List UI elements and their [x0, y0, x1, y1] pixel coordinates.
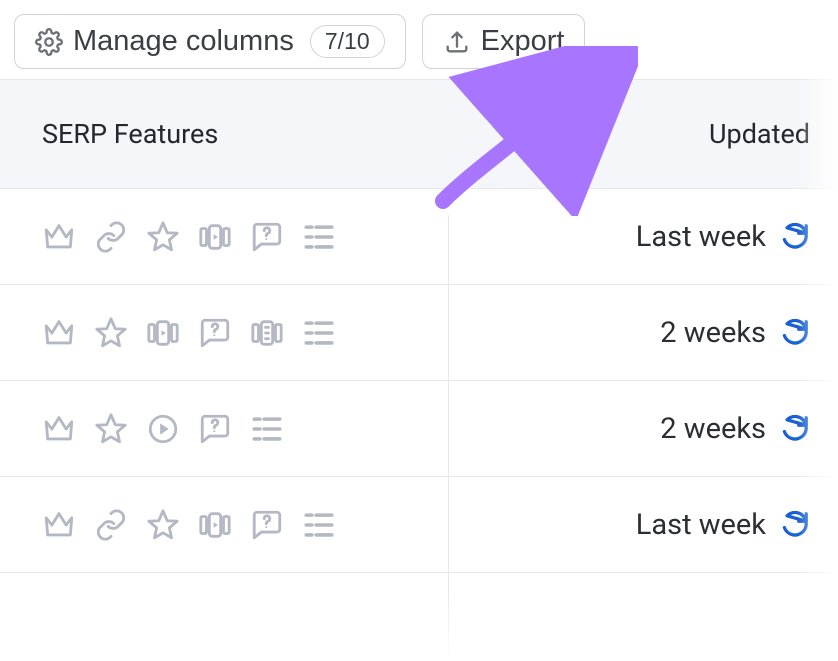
updated-cell: 2 weeks: [510, 316, 810, 350]
link-icon[interactable]: [94, 508, 128, 542]
crown-icon[interactable]: [42, 508, 76, 542]
gear-icon: [35, 28, 63, 56]
faq-icon[interactable]: [250, 220, 284, 254]
export-icon: [443, 28, 471, 56]
star-icon[interactable]: [94, 316, 128, 350]
column-count-badge: 7/10: [310, 25, 385, 58]
star-icon[interactable]: [146, 508, 180, 542]
export-button[interactable]: Export: [422, 14, 586, 69]
faq-icon[interactable]: [198, 412, 232, 446]
refresh-icon[interactable]: [780, 414, 810, 444]
table-body: Last week 2 weeks 2 weeks: [0, 189, 838, 573]
list-icon[interactable]: [302, 316, 336, 350]
updated-cell: Last week: [510, 508, 810, 542]
column-header-updated[interactable]: Updated: [510, 118, 810, 150]
video-carousel-icon[interactable]: [146, 316, 180, 350]
video-carousel-icon[interactable]: [198, 220, 232, 254]
updated-text: Last week: [636, 508, 766, 542]
star-icon[interactable]: [146, 220, 180, 254]
manage-columns-button[interactable]: Manage columns 7/10: [14, 14, 406, 69]
serp-features-cell: [42, 508, 510, 542]
table-row: Last week: [0, 189, 838, 285]
column-divider: [448, 215, 449, 661]
video-icon[interactable]: [146, 412, 180, 446]
serp-features-cell: [42, 412, 510, 446]
column-header-serp-features[interactable]: SERP Features: [42, 118, 510, 150]
faq-icon[interactable]: [198, 316, 232, 350]
refresh-icon[interactable]: [780, 318, 810, 348]
table-row: Last week: [0, 477, 838, 573]
table-header: SERP Features Updated: [0, 79, 838, 189]
refresh-icon[interactable]: [780, 510, 810, 540]
updated-text: 2 weeks: [660, 316, 766, 350]
toolbar: Manage columns 7/10 Export: [0, 0, 838, 79]
manage-columns-label: Manage columns: [73, 25, 294, 58]
crown-icon[interactable]: [42, 316, 76, 350]
star-icon[interactable]: [94, 412, 128, 446]
updated-text: 2 weeks: [660, 412, 766, 446]
list-icon[interactable]: [250, 412, 284, 446]
table-row: 2 weeks: [0, 285, 838, 381]
list-icon[interactable]: [302, 508, 336, 542]
knowledge-panel-icon[interactable]: [250, 316, 284, 350]
link-icon[interactable]: [94, 220, 128, 254]
updated-cell: Last week: [510, 220, 810, 254]
table-row: 2 weeks: [0, 381, 838, 477]
list-icon[interactable]: [302, 220, 336, 254]
updated-cell: 2 weeks: [510, 412, 810, 446]
serp-features-cell: [42, 220, 510, 254]
bottom-fade-overlay: [0, 591, 838, 661]
updated-text: Last week: [636, 220, 766, 254]
faq-icon[interactable]: [250, 508, 284, 542]
refresh-icon[interactable]: [780, 222, 810, 252]
export-label: Export: [481, 25, 565, 58]
crown-icon[interactable]: [42, 220, 76, 254]
serp-features-cell: [42, 316, 510, 350]
crown-icon[interactable]: [42, 412, 76, 446]
video-carousel-icon[interactable]: [198, 508, 232, 542]
